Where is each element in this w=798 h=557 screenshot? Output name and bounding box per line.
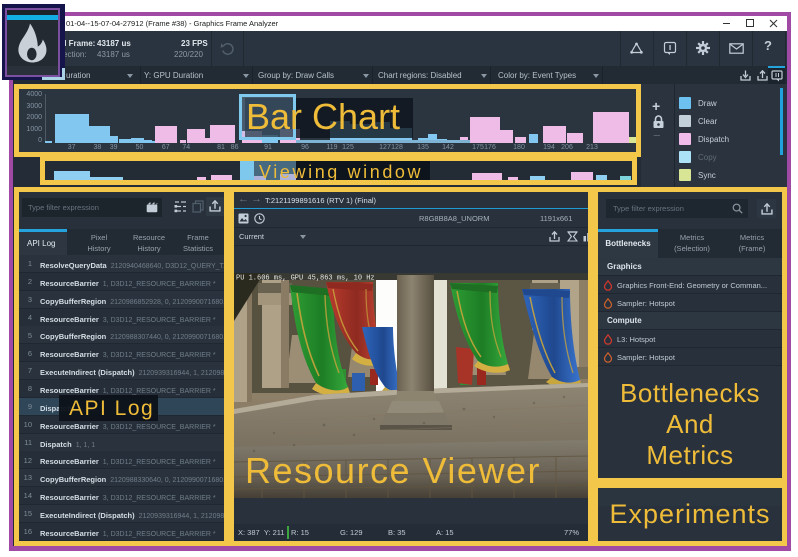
svg-text:PU 1.606 ms, GPU 45,863 ms,: PU 1.606 ms, GPU 45,863 ms, 10 Hz [236,275,375,283]
